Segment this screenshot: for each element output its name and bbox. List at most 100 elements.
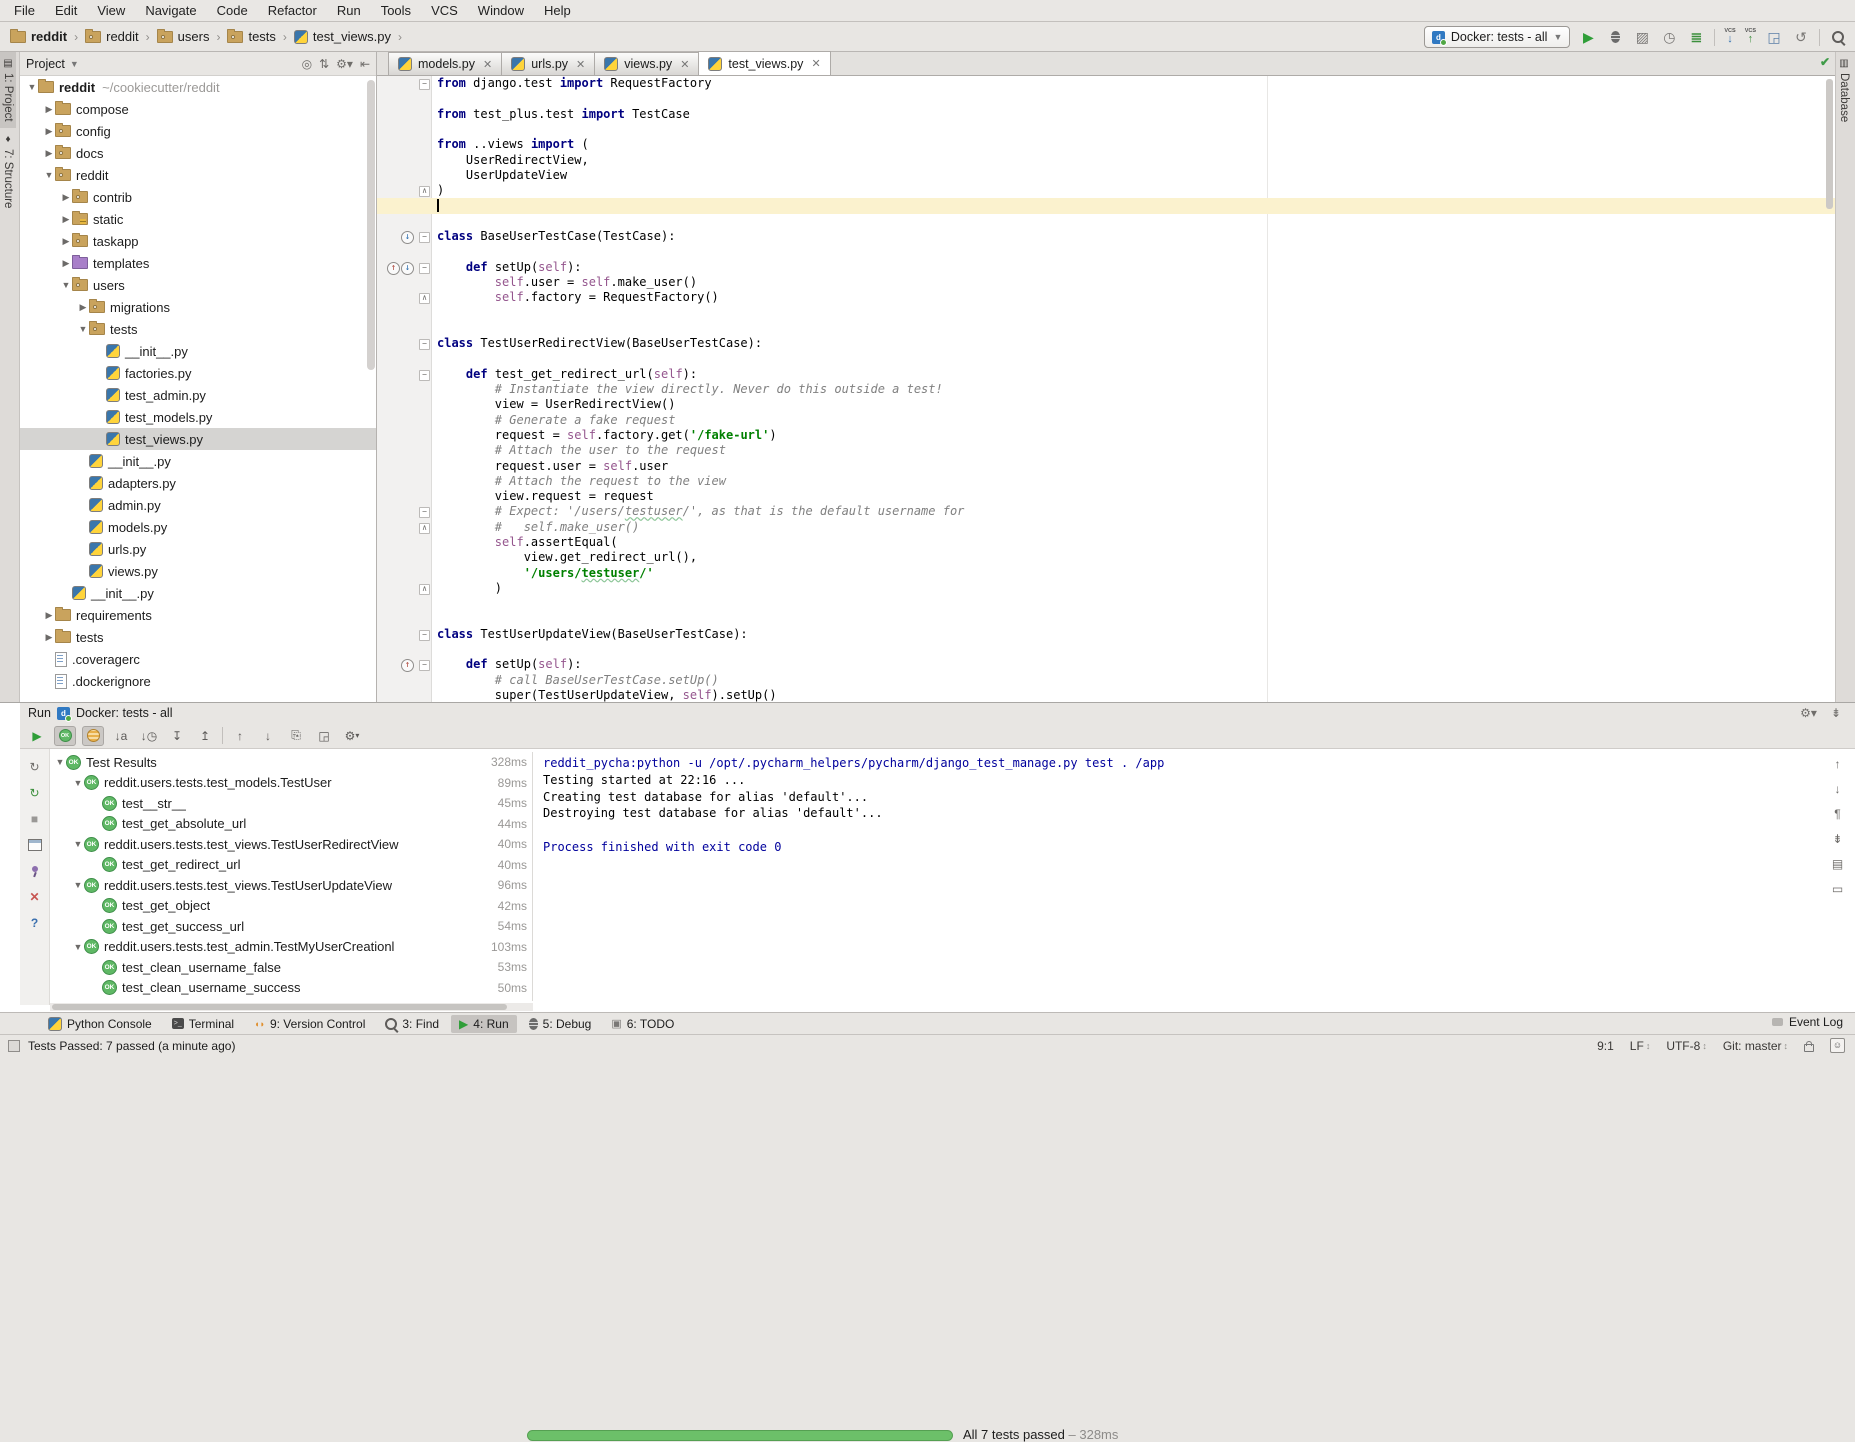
editor-code-line[interactable] <box>377 244 1835 259</box>
editor-code-line[interactable]: ∧ ) <box>377 581 1835 596</box>
hide-panel-button[interactable]: ⇟ <box>1831 706 1841 720</box>
test-tree-row[interactable]: OKtest_get_success_url54ms <box>50 916 532 937</box>
editor-code-line[interactable]: UserUpdateView <box>377 168 1835 183</box>
project-tree-row[interactable]: models.py <box>20 516 376 538</box>
editor-code-line[interactable]: ↓−class BaseUserTestCase(TestCase): <box>377 229 1835 244</box>
menu-item-code[interactable]: Code <box>207 1 258 20</box>
help-button[interactable]: ? <box>27 915 43 931</box>
toolwindow-button-python-console[interactable]: Python Console <box>40 1015 160 1033</box>
project-tree-row[interactable]: .coveragerc <box>20 648 376 670</box>
toolwindow-button-4-run[interactable]: ▶4: Run <box>451 1015 517 1033</box>
editor-code-line[interactable]: UserRedirectView, <box>377 153 1835 168</box>
stripe-tab-database[interactable]: ▥Database <box>1836 52 1852 128</box>
editor-code-line[interactable] <box>377 351 1835 366</box>
tree-collapsed-arrow[interactable]: ▶ <box>43 104 55 115</box>
editor-code-line[interactable]: # Generate a fake request <box>377 413 1835 428</box>
scroll-from-source-button[interactable]: ⇅ <box>319 57 329 71</box>
test-tree-row[interactable]: OKtest_get_redirect_url40ms <box>50 855 532 876</box>
project-tree-row[interactable]: ▶migrations <box>20 296 376 318</box>
toolwindow-button-terminal[interactable]: >_Terminal <box>164 1015 242 1033</box>
gear-icon[interactable]: ⚙▾ <box>341 726 363 746</box>
editor-code-line[interactable] <box>377 91 1835 106</box>
sort-alphabetically-button[interactable]: ↓a <box>110 726 132 746</box>
override-up-gutter-icon[interactable]: ↑ <box>401 659 414 672</box>
project-tree-row[interactable]: test_admin.py <box>20 384 376 406</box>
project-tree-scrollbar[interactable] <box>367 80 375 370</box>
test-tree-row[interactable]: ▼OKreddit.users.tests.test_views.TestUse… <box>50 834 532 855</box>
fold-end-icon[interactable]: ∧ <box>419 523 430 534</box>
tree-collapsed-arrow[interactable]: ▶ <box>43 126 55 137</box>
toolwindow-button-6-todo[interactable]: ▣6: TODO <box>603 1015 682 1033</box>
vcs-branch-indicator[interactable]: Git: master↕ <box>1723 1039 1788 1053</box>
project-tree-row[interactable]: ▶docs <box>20 142 376 164</box>
rerun-button[interactable]: ↻ <box>27 759 43 775</box>
project-tree-row[interactable]: ▶static <box>20 208 376 230</box>
editor-tab-test_views-py[interactable]: test_views.py✕ <box>698 51 830 75</box>
close-button[interactable]: ✕ <box>27 889 43 905</box>
editor-code-line[interactable] <box>377 612 1835 627</box>
editor-code-line[interactable] <box>377 122 1835 137</box>
editor-code-line[interactable]: from test_plus.test import TestCase <box>377 107 1835 122</box>
fold-collapse-icon[interactable]: − <box>419 79 430 90</box>
locate-file-button[interactable]: ◎ <box>302 57 312 71</box>
up-stacktrace-button[interactable]: ↑ <box>1835 757 1841 771</box>
project-tree-row[interactable]: ▶tests <box>20 626 376 648</box>
project-tree-row[interactable]: test_views.py <box>20 428 376 450</box>
editor-code-line[interactable]: self.user = self.make_user() <box>377 275 1835 290</box>
debug-button[interactable] <box>1606 28 1624 46</box>
menu-item-edit[interactable]: Edit <box>45 1 87 20</box>
vcs-update-button[interactable]: VCS↓ <box>1724 29 1735 45</box>
editor-code-line[interactable]: request = self.factory.get('/fake-url') <box>377 428 1835 443</box>
editor-code-line[interactable]: view.get_redirect_url(), <box>377 550 1835 565</box>
editor-code-line[interactable]: −class TestUserUpdateView(BaseUserTestCa… <box>377 627 1835 642</box>
project-tree-row[interactable]: __init__.py <box>20 582 376 604</box>
menu-item-navigate[interactable]: Navigate <box>135 1 206 20</box>
tree-expanded-arrow[interactable]: ▼ <box>26 82 38 92</box>
tree-expanded-arrow[interactable]: ▼ <box>60 280 72 290</box>
editor-code-line[interactable]: ↑↓− def setUp(self): <box>377 260 1835 275</box>
toolwindow-button-9-version-control[interactable]: ◖◗9: Version Control <box>246 1015 373 1033</box>
tree-collapsed-arrow[interactable]: ▶ <box>43 632 55 643</box>
restore-layout-button[interactable] <box>27 837 43 853</box>
project-tree-row[interactable]: __init__.py <box>20 340 376 362</box>
show-passed-toggle[interactable]: OK <box>54 726 76 746</box>
run-console[interactable]: reddit_pycha:python -u /opt/.pycharm_hel… <box>543 755 1813 1005</box>
fold-end-icon[interactable]: ∧ <box>419 186 430 197</box>
scroll-to-end-button[interactable]: ⇟ <box>1832 832 1842 846</box>
project-tree-row[interactable]: ▶contrib <box>20 186 376 208</box>
menu-item-window[interactable]: Window <box>468 1 534 20</box>
fold-collapse-icon[interactable]: − <box>419 339 430 350</box>
stop-button[interactable]: ■ <box>27 811 43 827</box>
project-tree-row[interactable]: __init__.py <box>20 450 376 472</box>
tree-collapsed-arrow[interactable]: ▶ <box>43 610 55 621</box>
editor-code-line[interactable]: request.user = self.user <box>377 459 1835 474</box>
editor-code-line[interactable]: # Instantiate the view directly. Never d… <box>377 382 1835 397</box>
toolwindow-button-5-debug[interactable]: 5: Debug <box>521 1015 600 1033</box>
override-up-gutter-icon[interactable]: ↑ <box>387 262 400 275</box>
editor-code-line[interactable]: from ..views import ( <box>377 137 1835 152</box>
test-tree-row[interactable]: ▼OKreddit.users.tests.test_views.TestUse… <box>50 875 532 896</box>
editor-code-line[interactable]: # Attach the user to the request <box>377 443 1835 458</box>
stripe-tab-1-project[interactable]: ▤1: Project <box>0 52 16 128</box>
breadcrumb-item[interactable]: users <box>157 29 210 44</box>
sort-by-duration-button[interactable]: ↓◷ <box>138 726 160 746</box>
project-tree-row[interactable]: test_models.py <box>20 406 376 428</box>
editor-code-line[interactable]: # Attach the request to the view <box>377 474 1835 489</box>
editor-code-line[interactable]: '/users/testuser/' <box>377 566 1835 581</box>
soft-wrap-button[interactable]: ¶ <box>1834 807 1840 821</box>
project-tree-row[interactable]: admin.py <box>20 494 376 516</box>
editor-code-line[interactable] <box>377 214 1835 229</box>
tree-expanded-arrow[interactable]: ▼ <box>72 942 84 952</box>
test-tree-horizontal-scrollbar[interactable] <box>50 1003 533 1011</box>
fold-collapse-icon[interactable]: − <box>419 630 430 641</box>
tree-collapsed-arrow[interactable]: ▶ <box>60 258 72 269</box>
breadcrumb-item[interactable]: reddit <box>10 29 67 44</box>
print-button[interactable]: ▤ <box>1832 857 1843 871</box>
fold-collapse-icon[interactable]: − <box>419 370 430 381</box>
recent-changes-button[interactable]: ◲ <box>1765 28 1783 46</box>
test-tree-row[interactable]: OKtest_get_absolute_url44ms <box>50 814 532 835</box>
close-tab-icon[interactable]: ✕ <box>576 58 585 71</box>
menu-item-view[interactable]: View <box>87 1 135 20</box>
project-tree-row[interactable]: ▶requirements <box>20 604 376 626</box>
editor-code-line[interactable]: ↑− def setUp(self): <box>377 657 1835 672</box>
